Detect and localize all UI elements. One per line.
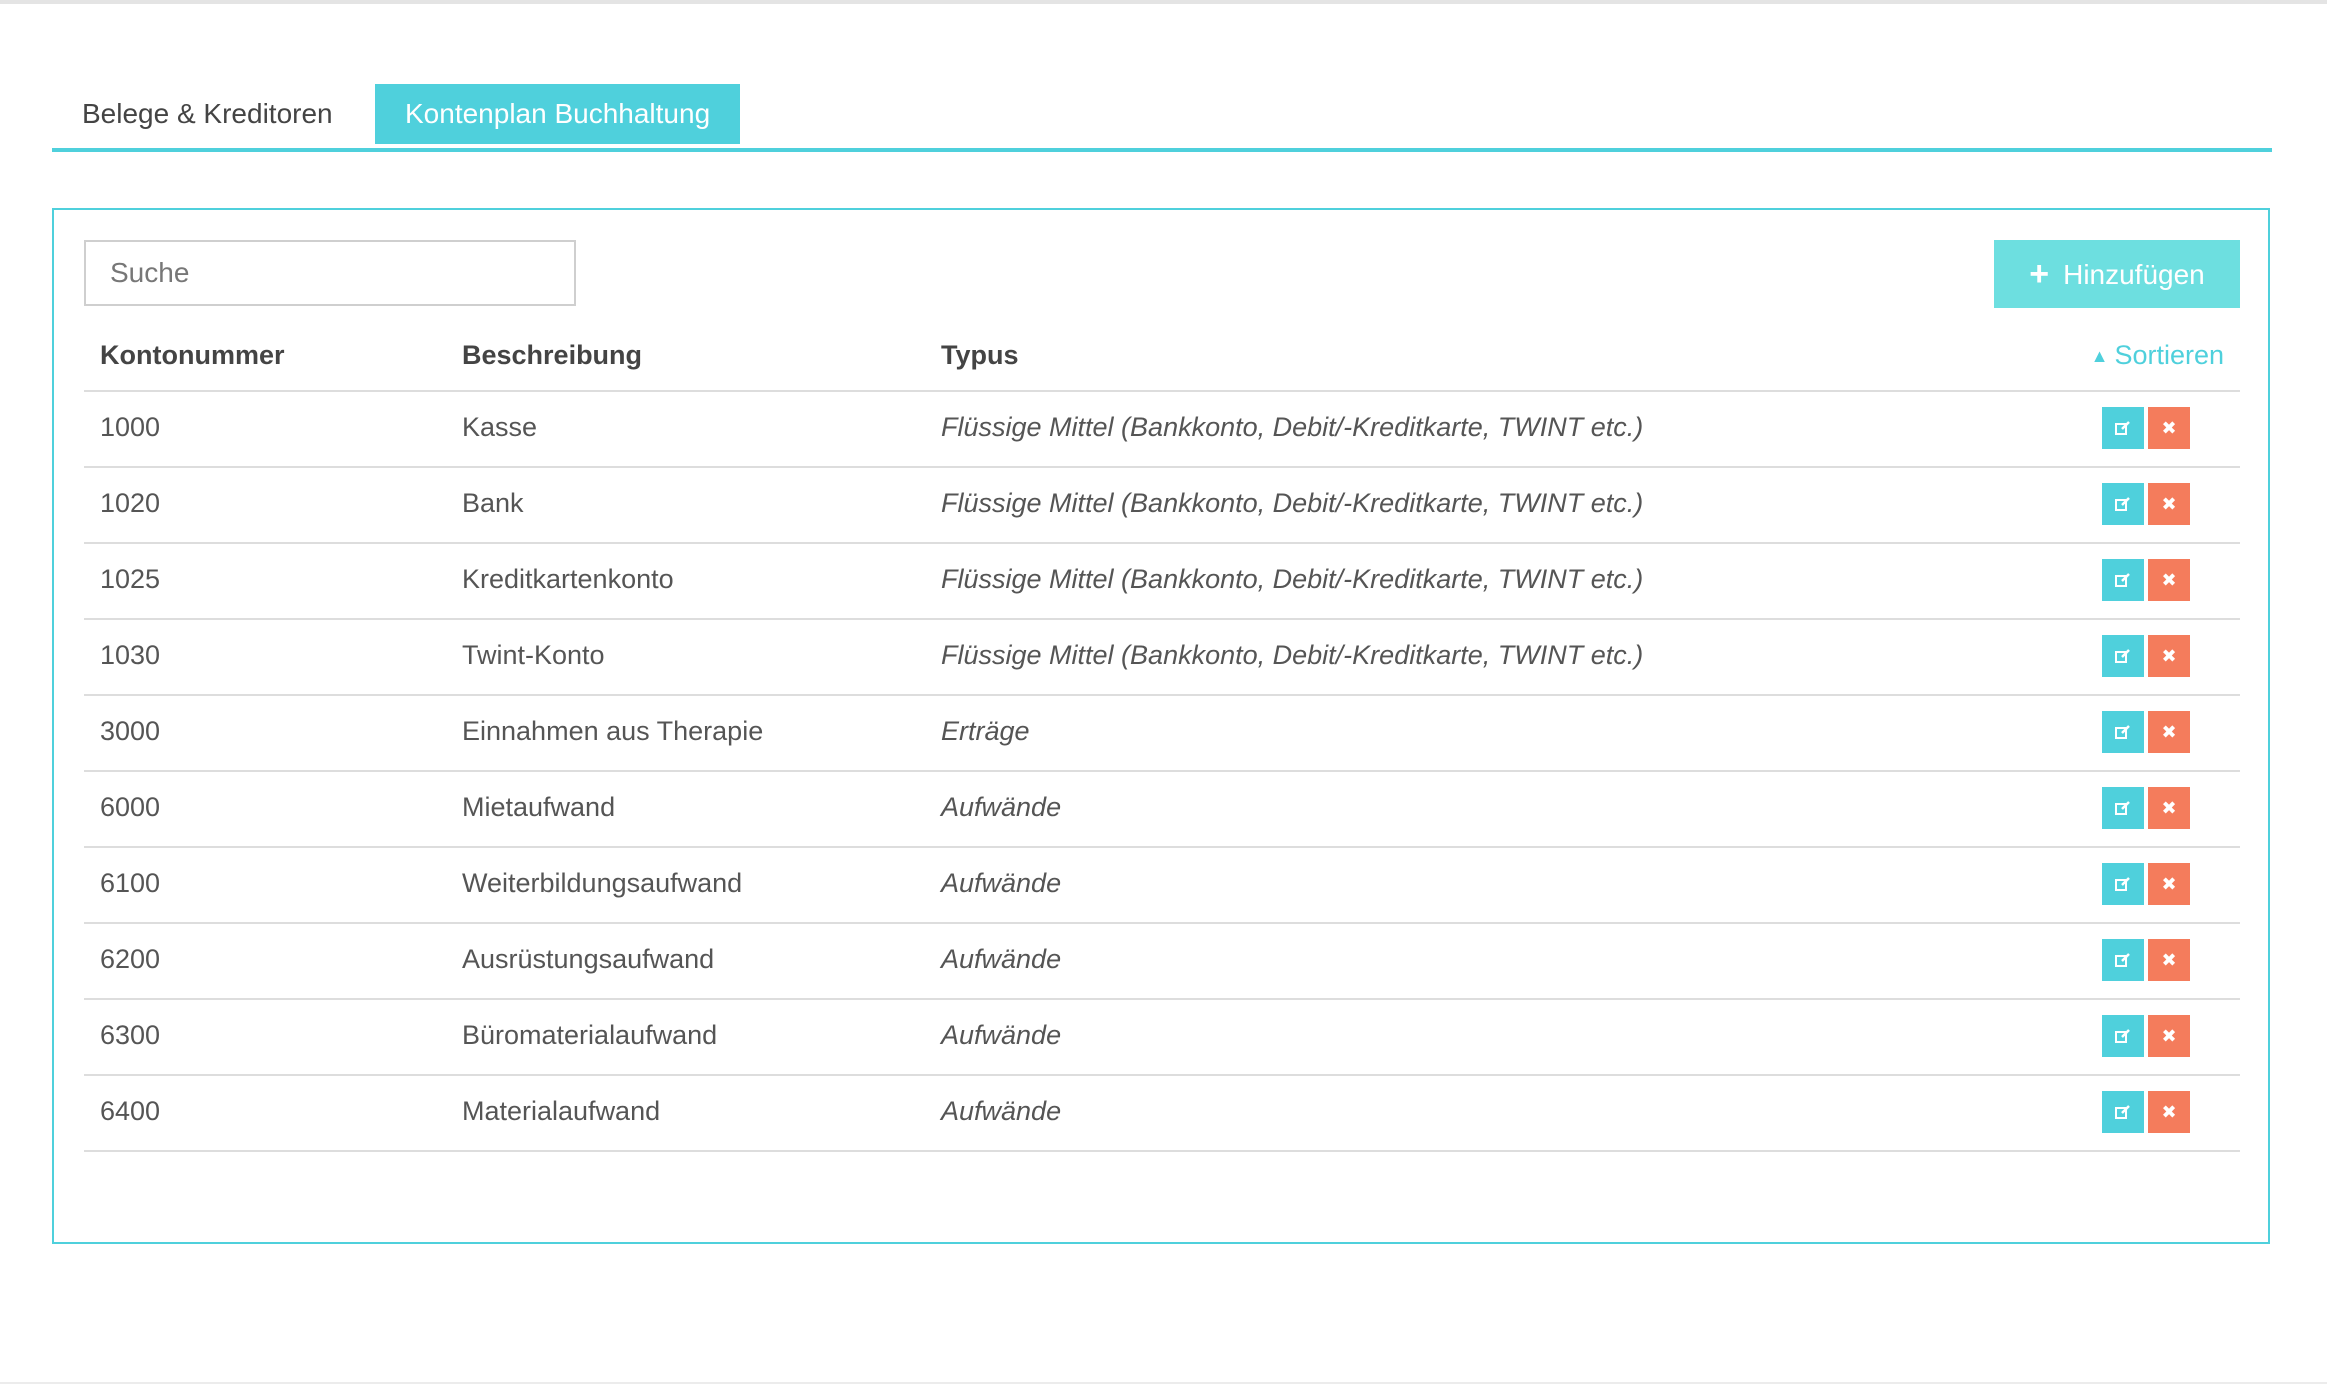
cell-beschreibung: Büromaterialaufwand bbox=[462, 1020, 718, 1050]
top-border bbox=[0, 0, 2327, 4]
cell-typus: Flüssige Mittel (Bankkonto, Debit/-Kredi… bbox=[941, 640, 1644, 670]
table-row: 6300 Büromaterialaufwand Aufwände ✖ bbox=[84, 1000, 2240, 1076]
close-icon: ✖ bbox=[2161, 874, 2177, 894]
tab-kontenplan-buchhaltung[interactable]: Kontenplan Buchhaltung bbox=[375, 84, 741, 144]
close-icon: ✖ bbox=[2161, 1026, 2177, 1046]
close-icon: ✖ bbox=[2161, 722, 2177, 742]
edit-button[interactable] bbox=[2102, 711, 2144, 753]
cell-typus: Aufwände bbox=[941, 1020, 1062, 1050]
cell-typus: Aufwände bbox=[941, 792, 1062, 822]
delete-button[interactable]: ✖ bbox=[2148, 863, 2190, 905]
edit-icon bbox=[2115, 725, 2130, 739]
column-header-kontonummer: Kontonummer bbox=[100, 340, 285, 370]
delete-button[interactable]: ✖ bbox=[2148, 1015, 2190, 1057]
edit-button[interactable] bbox=[2102, 559, 2144, 601]
edit-icon bbox=[2115, 421, 2130, 435]
cell-beschreibung: Kasse bbox=[462, 412, 538, 442]
cell-typus: Flüssige Mittel (Bankkonto, Debit/-Kredi… bbox=[941, 488, 1644, 518]
delete-button[interactable]: ✖ bbox=[2148, 483, 2190, 525]
table-row: 1025 Kreditkartenkonto Flüssige Mittel (Ba… bbox=[84, 544, 2240, 620]
tab-belege-kreditoren[interactable]: Belege & Kreditoren bbox=[52, 84, 363, 144]
table-row: 6200 Ausrüstungsaufwand Aufwände ✖ bbox=[84, 924, 2240, 1000]
add-button-label: Hinzufügen bbox=[2063, 259, 2205, 290]
edit-icon bbox=[2115, 573, 2130, 587]
delete-button[interactable]: ✖ bbox=[2148, 787, 2190, 829]
plus-icon: + bbox=[2029, 255, 2050, 293]
cell-kontonummer: 1020 bbox=[100, 488, 161, 518]
table-header: Kontonummer Beschreibung Typus ▲︎ Sortier… bbox=[84, 320, 2240, 392]
table-row: 1030 Twint-Konto Flüssige Mittel (Bankkont… bbox=[84, 620, 2240, 696]
table-row: 1000 Kasse Flüssige Mittel (Bankkonto, Deb… bbox=[84, 392, 2240, 468]
edit-icon bbox=[2115, 497, 2130, 511]
edit-icon bbox=[2115, 801, 2130, 815]
delete-button[interactable]: ✖ bbox=[2148, 1091, 2190, 1133]
search-input[interactable] bbox=[84, 240, 576, 306]
delete-button[interactable]: ✖ bbox=[2148, 635, 2190, 677]
cell-kontonummer: 6300 bbox=[100, 1020, 161, 1050]
column-header-beschreibung: Beschreibung bbox=[462, 340, 643, 370]
delete-button[interactable]: ✖ bbox=[2148, 711, 2190, 753]
table-row: 3000 Einnahmen aus Therapie Erträge ✖ bbox=[84, 696, 2240, 772]
cell-kontonummer: 6100 bbox=[100, 868, 161, 898]
cell-kontonummer: 1000 bbox=[100, 412, 161, 442]
cell-kontonummer: 3000 bbox=[100, 716, 161, 746]
sort-icon: ▲︎ bbox=[2090, 346, 2109, 366]
edit-button[interactable] bbox=[2102, 939, 2144, 981]
edit-button[interactable] bbox=[2102, 787, 2144, 829]
cell-beschreibung: Materialaufwand bbox=[462, 1096, 661, 1126]
cell-beschreibung: Weiterbildungsaufwand bbox=[462, 868, 743, 898]
close-icon: ✖ bbox=[2161, 798, 2177, 818]
cell-kontonummer: 6200 bbox=[100, 944, 161, 974]
cell-beschreibung: Mietaufwand bbox=[462, 792, 616, 822]
edit-icon bbox=[2115, 953, 2130, 967]
close-icon: ✖ bbox=[2161, 494, 2177, 514]
delete-button[interactable]: ✖ bbox=[2148, 559, 2190, 601]
edit-button[interactable] bbox=[2102, 407, 2144, 449]
cell-beschreibung: Twint-Konto bbox=[462, 640, 605, 670]
close-icon: ✖ bbox=[2161, 1102, 2177, 1122]
table-row: 1020 Bank Flüssige Mittel (Bankkonto, Debi… bbox=[84, 468, 2240, 544]
close-icon: ✖ bbox=[2161, 418, 2177, 438]
cell-typus: Erträge bbox=[941, 716, 1030, 746]
edit-button[interactable] bbox=[2102, 863, 2144, 905]
edit-button[interactable] bbox=[2102, 483, 2144, 525]
column-header-typus: Typus bbox=[941, 340, 1019, 370]
cell-typus: Flüssige Mittel (Bankkonto, Debit/-Kredi… bbox=[941, 564, 1644, 594]
delete-button[interactable]: ✖ bbox=[2148, 939, 2190, 981]
cell-beschreibung: Ausrüstungsaufwand bbox=[462, 944, 715, 974]
cell-typus: Aufwände bbox=[941, 1096, 1062, 1126]
sort-label: Sortieren bbox=[2114, 340, 2224, 370]
close-icon: ✖ bbox=[2161, 646, 2177, 666]
table-body: 1000 Kasse Flüssige Mittel (Bankkonto, Deb… bbox=[84, 392, 2240, 1152]
cell-beschreibung: Kreditkartenkonto bbox=[462, 564, 674, 594]
add-button[interactable]: + Hinzufügen bbox=[1994, 240, 2240, 308]
delete-button[interactable]: ✖ bbox=[2148, 407, 2190, 449]
edit-button[interactable] bbox=[2102, 635, 2144, 677]
sort-button[interactable]: ▲︎ Sortieren bbox=[2091, 320, 2224, 391]
cell-kontonummer: 6400 bbox=[100, 1096, 161, 1126]
edit-button[interactable] bbox=[2102, 1015, 2144, 1057]
edit-icon bbox=[2115, 1105, 2130, 1119]
table-row: 6000 Mietaufwand Aufwände ✖ bbox=[84, 772, 2240, 848]
table-row: 6100 Weiterbildungsaufwand Aufwände ✖ bbox=[84, 848, 2240, 924]
cell-typus: Flüssige Mittel (Bankkonto, Debit/-Kredi… bbox=[941, 412, 1644, 442]
edit-icon bbox=[2115, 649, 2130, 663]
cell-kontonummer: 6000 bbox=[100, 792, 161, 822]
cell-kontonummer: 1030 bbox=[100, 640, 161, 670]
cell-beschreibung: Bank bbox=[462, 488, 524, 518]
cell-beschreibung: Einnahmen aus Therapie bbox=[462, 716, 764, 746]
close-icon: ✖ bbox=[2161, 570, 2177, 590]
close-icon: ✖ bbox=[2161, 950, 2177, 970]
kontenplan-panel: + Hinzufügen Kontonummer Beschreibung Typ… bbox=[52, 208, 2270, 1244]
cell-typus: Aufwände bbox=[941, 944, 1062, 974]
edit-icon bbox=[2115, 1029, 2130, 1043]
cell-kontonummer: 1025 bbox=[100, 564, 161, 594]
edit-icon bbox=[2115, 877, 2130, 891]
edit-button[interactable] bbox=[2102, 1091, 2144, 1133]
cell-typus: Aufwände bbox=[941, 868, 1062, 898]
tab-bar: Belege & Kreditoren Kontenplan Buchhaltu… bbox=[52, 84, 2272, 152]
table-row: 6400 Materialaufwand Aufwände ✖ bbox=[84, 1076, 2240, 1152]
